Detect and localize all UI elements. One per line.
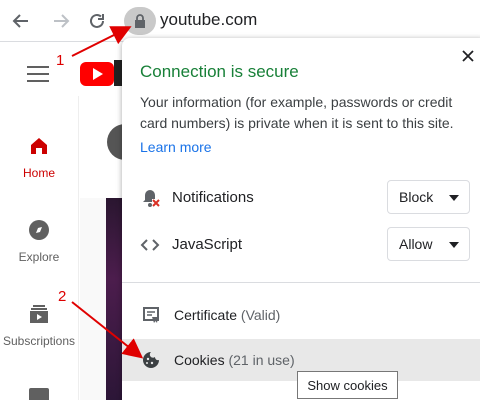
browser-toolbar: youtube.com [0, 0, 480, 42]
screenshot: youtube.com Home Explore Subscriptions C… [0, 0, 480, 400]
popup-divider [122, 282, 480, 283]
cookies-count: (21 in use) [228, 352, 295, 368]
caret-down-icon [449, 195, 459, 201]
sidebar-item-subscriptions[interactable]: Subscriptions [0, 302, 78, 348]
reload-button[interactable] [82, 6, 112, 36]
sidebar-item-label: Home [22, 166, 55, 180]
forward-button[interactable] [46, 6, 76, 36]
site-info-popup: Connection is secure Your information (f… [122, 38, 480, 400]
sidebar-item-home[interactable]: Home [0, 134, 78, 180]
compass-icon [29, 220, 49, 240]
subscriptions-icon [30, 305, 48, 323]
back-button[interactable] [6, 6, 36, 36]
site-info-button[interactable] [124, 7, 156, 35]
certificate-icon [143, 307, 159, 323]
connection-status-title: Connection is secure [140, 62, 299, 81]
close-icon [462, 50, 474, 62]
permission-row-notifications: Notifications Block [122, 178, 480, 218]
select-value: Allow [399, 236, 433, 252]
url-text[interactable]: youtube.com [160, 10, 257, 30]
hamburger-menu-icon[interactable] [27, 66, 49, 84]
caret-down-icon [449, 242, 459, 248]
permission-label: Notifications [172, 189, 254, 206]
home-icon [31, 138, 47, 154]
annotation-step-1: 1 [56, 52, 65, 69]
cookie-icon [143, 352, 159, 368]
youtube-logo[interactable] [80, 62, 114, 86]
select-value: Block [399, 189, 434, 205]
bell-blocked-icon [143, 190, 160, 207]
certificate-status: (Valid) [240, 307, 281, 323]
certificate-label: Certificate (Valid) [174, 307, 280, 323]
library-icon[interactable] [28, 386, 50, 400]
reload-icon [90, 13, 104, 28]
certificate-row[interactable]: Certificate (Valid) [122, 294, 480, 336]
learn-more-link[interactable]: Learn more [140, 139, 212, 155]
connection-description: Your information (for example, passwords… [140, 94, 454, 131]
tooltip: Show cookies [297, 371, 398, 399]
sidebar-item-explore[interactable]: Explore [0, 218, 78, 264]
lock-icon [135, 14, 145, 28]
sidebar-item-label: Explore [18, 250, 60, 264]
page-background [80, 198, 106, 400]
javascript-select[interactable]: Allow [387, 227, 470, 261]
certificate-text: Certificate [174, 307, 238, 323]
annotation-step-2: 2 [58, 288, 67, 305]
arrow-right-icon [54, 14, 70, 28]
sidebar-item-label: Subscriptions [2, 334, 76, 348]
code-icon [140, 239, 160, 251]
notifications-select[interactable]: Block [387, 180, 470, 214]
permission-label: JavaScript [172, 236, 243, 253]
cookies-text: Cookies [174, 352, 225, 368]
permission-row-javascript: JavaScript Allow [122, 225, 480, 265]
close-button[interactable] [458, 46, 478, 66]
sidebar-divider [78, 96, 79, 400]
cookies-label: Cookies (21 in use) [174, 352, 295, 368]
arrow-left-icon [12, 14, 28, 28]
